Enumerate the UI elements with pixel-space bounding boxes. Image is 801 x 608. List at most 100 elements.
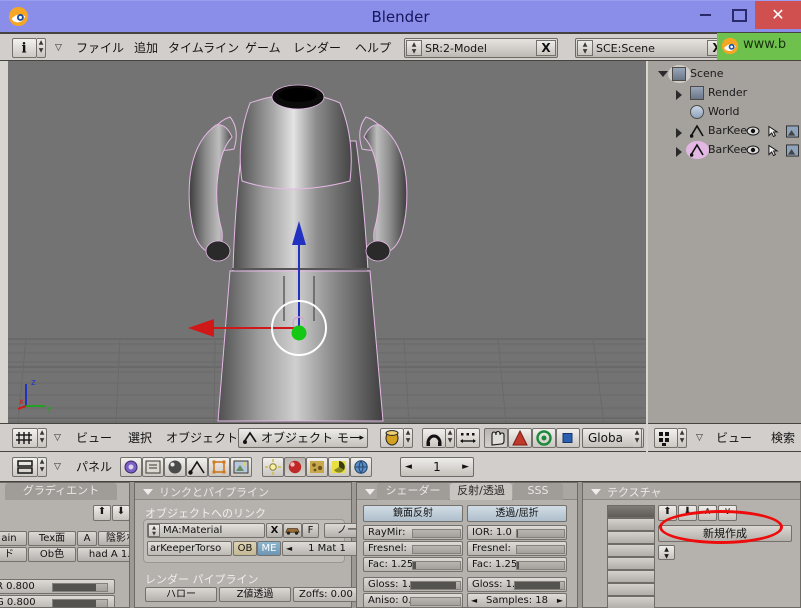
- fresnel-tra-slider[interactable]: Fresnel:: [467, 541, 567, 556]
- tex-move-down-button[interactable]: ∨: [718, 505, 737, 521]
- buttons-editor-spinner[interactable]: ▲ ▼: [38, 457, 47, 477]
- row2-btn0[interactable]: ド: [0, 547, 27, 562]
- menu-add[interactable]: 追加: [134, 34, 158, 63]
- gloss-tra-track[interactable]: [514, 581, 565, 590]
- zoffs-field[interactable]: Zoffs: 0.00: [293, 587, 365, 602]
- scene-selector[interactable]: ▲▼ SCE:Scene X: [575, 38, 729, 58]
- g-slider-track[interactable]: [52, 599, 108, 607]
- aniso-track[interactable]: [410, 597, 461, 606]
- me-link-button[interactable]: ME: [257, 541, 281, 556]
- browse-id-icon[interactable]: ▲ ▼: [658, 545, 675, 560]
- character-model[interactable]: [158, 71, 498, 423]
- object-name-field[interactable]: arKeeperTorso: [147, 541, 232, 556]
- shading-spinner[interactable]: ▲ ▼: [404, 428, 413, 448]
- menu-view[interactable]: ビュー: [76, 424, 112, 453]
- aniso-slider[interactable]: Aniso: 0.: [363, 593, 463, 608]
- menu-select[interactable]: 選択: [128, 424, 152, 453]
- outliner-row[interactable]: BarKee: [648, 122, 801, 141]
- snap-spinner[interactable]: ▲ ▼: [446, 428, 455, 448]
- object-icon[interactable]: [186, 457, 208, 477]
- menu-timeline[interactable]: タイムライン: [168, 34, 239, 63]
- image-icon[interactable]: [786, 125, 799, 141]
- outliner-row[interactable]: Render: [648, 84, 801, 103]
- texture-slot[interactable]: [607, 505, 655, 518]
- fac-mir-track[interactable]: [412, 561, 461, 570]
- texture-slot[interactable]: [607, 544, 655, 557]
- texture-slot[interactable]: [607, 583, 655, 596]
- object-mode-selector[interactable]: オブジェクト モード ▸: [238, 428, 368, 464]
- ior-slider[interactable]: IOR: 1.0: [467, 525, 567, 540]
- menu-object[interactable]: オブジェクト: [166, 424, 238, 453]
- links-panel-header[interactable]: リンクとパイプライン: [135, 483, 351, 500]
- manipulator-hand-icon[interactable]: [484, 428, 508, 448]
- a-button[interactable]: A: [77, 531, 97, 546]
- tab-sss[interactable]: SSS: [513, 483, 563, 500]
- outliner-editor-icon[interactable]: [654, 428, 678, 448]
- shader-panel-collapse-triangle-icon[interactable]: [365, 489, 375, 495]
- ray-mirror-toggle[interactable]: 鏡面反射: [363, 505, 463, 522]
- fresnel-mir-track[interactable]: [412, 545, 461, 554]
- menu-panel[interactable]: パネル: [76, 452, 112, 482]
- tex-copy-up-button[interactable]: ⬆: [658, 505, 677, 521]
- ob-link-button[interactable]: OB: [233, 541, 257, 556]
- outliner-menu-search[interactable]: 検索: [771, 424, 795, 453]
- fake-user-button[interactable]: F: [302, 523, 319, 538]
- gloss-mir-slider[interactable]: Gloss: 1.: [363, 577, 463, 592]
- radiosity-icon[interactable]: [328, 457, 350, 477]
- samples-tra-stepper[interactable]: ◄ Samples: 18 ►: [467, 593, 567, 608]
- fac-tra-slider[interactable]: Fac: 1.25: [467, 557, 567, 572]
- material-id-field[interactable]: ▲ ▼ MA:Material: [147, 523, 265, 538]
- scene-browse-icon[interactable]: ▲ ▼: [577, 40, 593, 56]
- editor-type-spinner[interactable]: ▲ ▼: [37, 38, 46, 58]
- screen-selector[interactable]: ▲ ▼ SR:2-Model X: [404, 38, 558, 58]
- buttons-editor-icon[interactable]: [12, 457, 38, 477]
- info-editor-icon[interactable]: i: [12, 38, 37, 58]
- manipulator-translate-icon[interactable]: [508, 428, 532, 448]
- texture-panel-collapse-triangle-icon[interactable]: [591, 489, 601, 495]
- frame-next-icon[interactable]: ►: [462, 458, 469, 477]
- tex-move-up-button[interactable]: ∧: [698, 505, 717, 521]
- fac-tra-track[interactable]: [516, 561, 565, 570]
- objcolor-button[interactable]: Ob色: [28, 547, 76, 562]
- ray-transp-toggle[interactable]: 透過/屈折: [467, 505, 567, 522]
- menu-collapse-caret[interactable]: ▽: [55, 34, 62, 63]
- outliner-row[interactable]: BarKee: [648, 141, 801, 160]
- expand-triangle-right-icon[interactable]: [676, 90, 682, 100]
- frame-stepper[interactable]: ◄ 1 ►: [400, 457, 474, 477]
- orientation-spinner[interactable]: ▲ ▼: [633, 428, 642, 448]
- scene-icon[interactable]: [230, 457, 252, 477]
- expand-triangle-down-icon[interactable]: [658, 71, 668, 77]
- menu-game[interactable]: ゲーム: [245, 34, 281, 63]
- magnet-icon[interactable]: [422, 428, 446, 448]
- outliner-menu-view[interactable]: ビュー: [716, 424, 752, 453]
- gloss-mir-track[interactable]: [410, 581, 461, 590]
- raymir-slider[interactable]: RayMir:: [363, 525, 463, 540]
- view3d-editor-spinner[interactable]: ▲ ▼: [38, 428, 47, 448]
- outliner-row[interactable]: World: [648, 103, 801, 122]
- image-icon[interactable]: [786, 144, 799, 160]
- raymir-track[interactable]: [412, 529, 461, 538]
- shadeless-button[interactable]: 陰影なし: [98, 531, 129, 546]
- fac-mir-slider[interactable]: Fac: 1.25: [363, 557, 463, 572]
- grid-editor-icon[interactable]: [12, 428, 38, 448]
- screen-browse-icon[interactable]: ▲ ▼: [406, 40, 422, 56]
- fresnel-tra-track[interactable]: [516, 545, 565, 554]
- outliner-collapse-caret[interactable]: ▽: [696, 424, 703, 453]
- tex-copy-down-button[interactable]: ⬇: [678, 505, 697, 521]
- car-icon[interactable]: [283, 523, 302, 538]
- shadeless-row1-btn0[interactable]: ain: [0, 531, 27, 546]
- world-icon[interactable]: [350, 457, 372, 477]
- shading-solid-icon[interactable]: [380, 428, 404, 448]
- cursor-arrow-icon[interactable]: [768, 125, 779, 141]
- g-slider[interactable]: G 0.800: [0, 595, 115, 607]
- ior-track[interactable]: [516, 529, 565, 538]
- view3d-collapse-caret[interactable]: ▽: [54, 424, 61, 453]
- shading-icon[interactable]: [164, 457, 186, 477]
- buttons-collapse-caret[interactable]: ▽: [54, 452, 61, 482]
- samples-tra-next-icon[interactable]: ►: [557, 594, 563, 608]
- material-unlink-button[interactable]: X: [266, 523, 283, 538]
- material-browse-icon[interactable]: ▲ ▼: [148, 524, 160, 537]
- script-icon[interactable]: [142, 457, 164, 477]
- manipulator-scale-icon[interactable]: [556, 428, 580, 448]
- panel-collapse-triangle-icon[interactable]: [143, 489, 153, 495]
